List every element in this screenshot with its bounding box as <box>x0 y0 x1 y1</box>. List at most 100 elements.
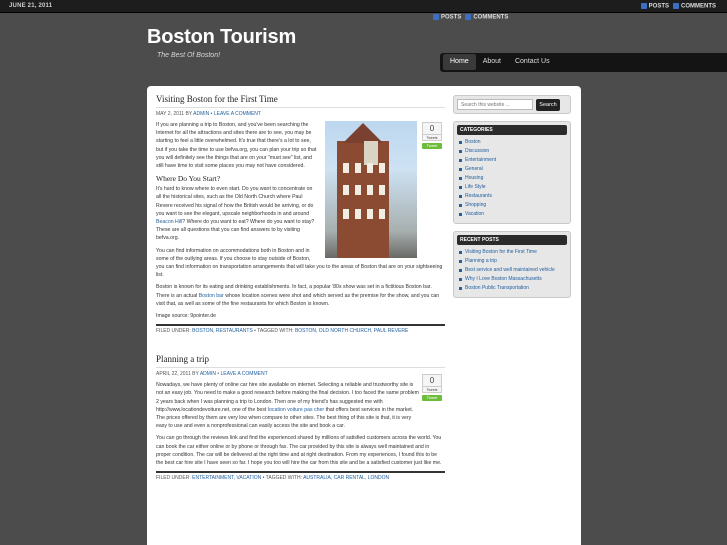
recent-posts-widget: RECENT POSTS Visiting Boston for the Fir… <box>453 231 571 298</box>
tweet-counter: 0 Tweets Tweet <box>422 374 442 402</box>
recent-post-link[interactable]: Boston Public Transportation <box>465 285 529 291</box>
nav-home[interactable]: Home <box>443 54 476 70</box>
category-link[interactable]: Boston <box>465 139 481 145</box>
category-link[interactable]: Discussion <box>465 148 489 154</box>
list-item: General <box>457 165 567 174</box>
tweet-button[interactable]: Tweet <box>422 395 442 402</box>
category-link[interactable]: General <box>465 166 483 172</box>
category-link[interactable]: Life Style <box>465 184 486 190</box>
leave-comment-link[interactable]: LEAVE A COMMENT <box>214 111 261 117</box>
text-span: It's hard to know where to even start. D… <box>156 186 314 217</box>
post-body: Nowadays, we have plenty of online car h… <box>156 381 445 430</box>
comments-rss-label: COMMENTS <box>681 3 716 10</box>
post-paragraph: Boston is known for its eating and drink… <box>156 283 445 308</box>
nav-contact[interactable]: Contact Us <box>508 54 557 70</box>
top-bar: JUNE 21, 2011 POSTS COMMENTS <box>0 0 727 13</box>
tagged-with-label: TAGGED WITH: <box>257 328 294 335</box>
building-shape <box>337 141 389 258</box>
image-source: Image source: 9pointer.de <box>156 313 216 320</box>
search-button[interactable]: Search <box>536 98 560 111</box>
post-author-link[interactable]: ADMIN <box>193 111 209 117</box>
site-title[interactable]: Boston Tourism <box>147 26 296 49</box>
category-list: Boston Discussion Entertainment General … <box>457 138 567 219</box>
posts-rss-link[interactable]: POSTS <box>640 3 669 10</box>
list-item: Shopping <box>457 201 567 210</box>
tweet-button[interactable]: Tweet <box>422 143 442 149</box>
post-title[interactable]: Planning a trip <box>156 354 445 369</box>
comments-rss-link[interactable]: COMMENTS <box>673 3 716 10</box>
header-posts-rss-label: POSTS <box>441 14 462 21</box>
list-item: Boston <box>457 138 567 147</box>
category-link[interactable]: Restaurants <box>465 193 492 199</box>
category-links[interactable]: ENTERTAINMENT, VACATION <box>192 475 261 481</box>
filed-under-label: FILED UNDER: <box>156 475 191 482</box>
faneuil-hall-image <box>325 121 417 258</box>
filed-under-label: FILED UNDER: <box>156 328 191 335</box>
sidebar: Search CATEGORIES Boston Discussion Ente… <box>453 95 571 298</box>
tweet-count: 0 <box>422 374 442 388</box>
recent-post-link[interactable]: Why I Love Boston Massachusetts <box>465 276 542 282</box>
nav-about[interactable]: About <box>476 54 508 70</box>
car-hire-link[interactable]: location voiture pas cher <box>268 407 324 413</box>
search-widget: Search <box>453 95 571 114</box>
category-link[interactable]: Vacation <box>465 211 484 217</box>
current-date: JUNE 21, 2011 <box>9 3 53 9</box>
header-posts-rss-link[interactable]: POSTS <box>433 14 461 21</box>
post: Visiting Boston for the First Time MAY 2… <box>156 94 445 334</box>
category-link[interactable]: Shopping <box>465 202 486 208</box>
list-item: Boston Public Transportation <box>457 284 567 293</box>
widget-title: RECENT POSTS <box>457 235 567 245</box>
recent-posts-list: Visiting Boston for the First Time Plann… <box>457 248 567 293</box>
list-item: Best service and well maintained vehicle <box>457 266 567 275</box>
recent-post-link[interactable]: Planning a trip <box>465 258 497 264</box>
recent-post-link[interactable]: Best service and well maintained vehicle <box>465 267 555 273</box>
tag-links[interactable]: AUSTRALIA, CAR RENTAL, LONDON <box>303 475 389 481</box>
rss-icon <box>640 3 647 9</box>
category-links[interactable]: BOSTON, RESTAURANTS <box>192 328 253 334</box>
content-wrapper: Visiting Boston for the First Time MAY 2… <box>147 86 581 545</box>
window-shape <box>379 209 385 219</box>
tag-links[interactable]: BOSTON, OLD NORTH CHURCH, PAUL REVERE <box>295 328 408 334</box>
post-footer: FILED UNDER: BOSTON, RESTAURANTS • TAGGE… <box>156 324 445 334</box>
category-link[interactable]: Housing <box>465 175 483 181</box>
posts-rss-label: POSTS <box>648 3 669 10</box>
window-shape <box>343 185 349 195</box>
list-item: Restaurants <box>457 192 567 201</box>
tweet-count-label: Tweets <box>422 135 442 141</box>
post-paragraph: You can go through the reviews link and … <box>156 435 442 467</box>
tower-shape <box>364 141 378 165</box>
list-item: Visiting Boston for the First Time <box>457 248 567 257</box>
category-link[interactable]: Entertainment <box>465 157 496 163</box>
post-date: MAY 2, 2011 BY <box>156 111 193 117</box>
tagged-with-label: TAGGED WITH: <box>265 475 302 482</box>
main-content: Visiting Boston for the First Time MAY 2… <box>156 94 445 481</box>
rss-icon <box>673 3 679 9</box>
window-shape <box>367 185 373 195</box>
site-branding: Boston Tourism The Best Of Boston! <box>147 26 296 59</box>
post-footer: FILED UNDER: ENTERTAINMENT, VACATION • T… <box>156 471 445 481</box>
main-nav: Home About Contact Us <box>440 53 727 72</box>
window-shape <box>355 185 361 195</box>
widget-title: CATEGORIES <box>457 125 567 135</box>
window-shape <box>367 163 373 173</box>
list-item: Entertainment <box>457 156 567 165</box>
leave-comment-link[interactable]: LEAVE A COMMENT <box>221 371 268 377</box>
window-shape <box>367 209 373 219</box>
beacon-hill-link[interactable]: Beacon Hill <box>156 219 182 225</box>
post-meta: MAY 2, 2011 BY ADMIN • LEAVE A COMMENT <box>156 111 261 117</box>
site-tagline: The Best Of Boston! <box>157 52 221 59</box>
header-rss-links: POSTS COMMENTS <box>433 14 508 21</box>
boston-bar-link[interactable]: Boston bar <box>199 293 224 299</box>
window-shape <box>379 163 385 173</box>
search-input[interactable] <box>457 99 533 110</box>
post-title[interactable]: Visiting Boston for the First Time <box>156 94 445 108</box>
post: Planning a trip APRIL 22, 2011 BY ADMIN … <box>156 354 445 481</box>
post-meta: APRIL 22, 2011 BY ADMIN • LEAVE A COMMEN… <box>156 371 268 378</box>
header-comments-rss-link[interactable]: COMMENTS <box>465 14 508 21</box>
tweet-counter: 0 Tweets Tweet <box>422 122 442 149</box>
recent-post-link[interactable]: Visiting Boston for the First Time <box>465 249 537 255</box>
post-author-link[interactable]: ADMIN <box>200 371 216 377</box>
window-shape <box>355 163 361 173</box>
post-paragraph: Nowadays, we have plenty of online car h… <box>156 381 421 430</box>
list-item: Housing <box>457 174 567 183</box>
